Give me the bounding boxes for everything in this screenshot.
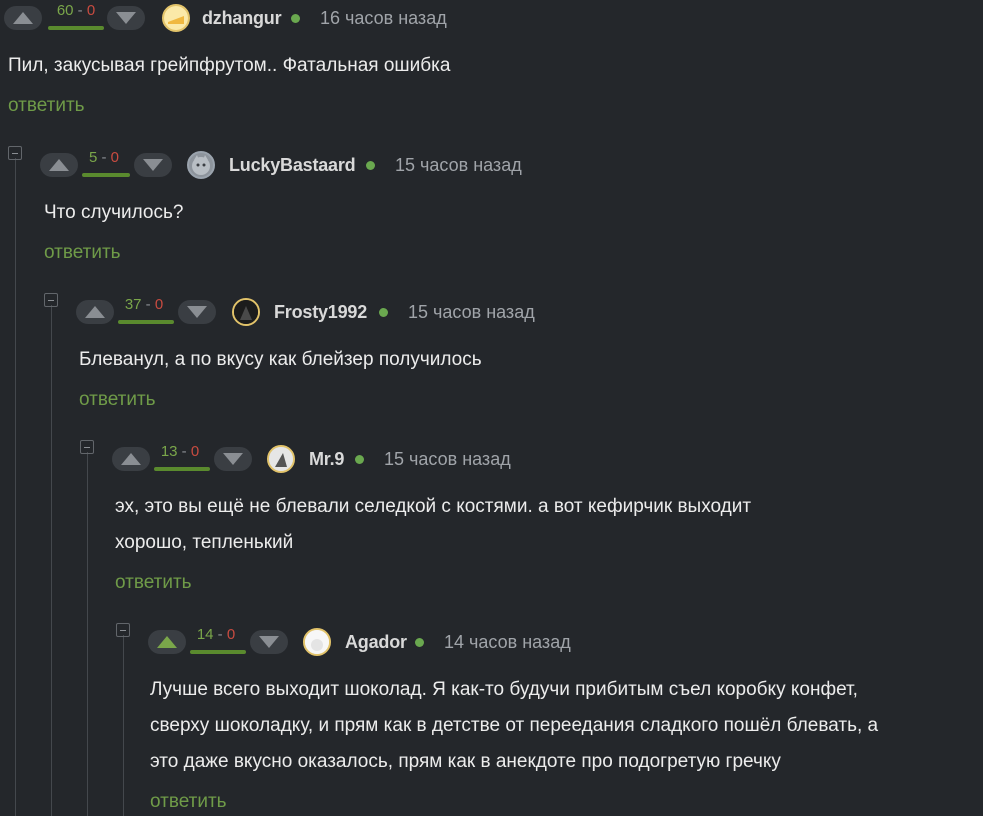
comment: 37 - 0 Frosty1992 15 часов назад (76, 294, 676, 330)
comment-text: Пил, закусывая грейпфрутом.. Фатальная о… (8, 55, 451, 76)
online-indicator (379, 308, 388, 317)
upvote-button[interactable] (148, 630, 186, 654)
timestamp[interactable]: 16 часов назад (320, 8, 447, 29)
timestamp[interactable]: 15 часов назад (395, 155, 522, 176)
downvote-button[interactable] (134, 153, 172, 177)
arrow-down-icon (187, 306, 207, 318)
comment-text: Что случилось? (44, 202, 184, 223)
arrow-up-icon (121, 453, 141, 465)
reply-link[interactable]: ответить (150, 791, 227, 813)
upvote-button[interactable] (4, 6, 42, 30)
username[interactable]: LuckyBastaard (229, 155, 356, 176)
reply-link[interactable]: ответить (115, 572, 192, 594)
rating: 13 - 0 (160, 443, 200, 460)
timestamp[interactable]: 15 часов назад (384, 449, 511, 470)
arrow-down-icon (223, 453, 243, 465)
collapse-button[interactable] (8, 146, 22, 160)
arrow-down-icon (259, 636, 279, 648)
username[interactable]: Agador (345, 632, 407, 653)
rating-bar (154, 467, 210, 471)
upvote-button[interactable] (40, 153, 78, 177)
arrow-up-icon (13, 12, 33, 24)
reply-link[interactable]: ответить (8, 95, 85, 117)
arrow-down-icon (143, 159, 163, 171)
avatar-cheese-icon[interactable] (162, 4, 190, 32)
rating-bar (48, 26, 104, 30)
downvote-button[interactable] (107, 6, 145, 30)
collapse-button[interactable] (80, 440, 94, 454)
arrow-up-icon (157, 636, 177, 648)
avatar-dark-icon[interactable] (232, 298, 260, 326)
avatar-cat-icon[interactable] (187, 151, 215, 179)
comment-text: сверху шоколадку, и прям как в детстве о… (150, 715, 879, 736)
comment: 13 - 0 Mr.9 15 часов назад (112, 441, 712, 477)
downvote-button[interactable] (250, 630, 288, 654)
online-indicator (291, 14, 300, 23)
collapse-button[interactable] (116, 623, 130, 637)
collapse-button[interactable] (44, 293, 58, 307)
reply-link[interactable]: ответить (44, 242, 121, 264)
timestamp[interactable]: 15 часов назад (408, 302, 535, 323)
thread-line (51, 305, 52, 816)
online-indicator (355, 455, 364, 464)
comment: 14 - 0 Agador 14 часов назад (148, 624, 748, 660)
comment-text: эх, это вы ещё не блевали селедкой с кос… (115, 496, 752, 517)
username[interactable]: dzhangur (202, 8, 282, 29)
rating: 37 - 0 (124, 296, 164, 313)
username[interactable]: Mr.9 (309, 449, 344, 470)
rating-bar (118, 320, 174, 324)
thread-line (87, 452, 88, 816)
online-indicator (415, 638, 424, 647)
reply-link[interactable]: ответить (79, 389, 156, 411)
arrow-up-icon (49, 159, 69, 171)
downvote-button[interactable] (214, 447, 252, 471)
thread-line (123, 635, 124, 816)
rating: 5 - 0 (88, 149, 120, 166)
rating-bar (190, 650, 246, 654)
comment-text: это даже вкусно оказалось, прям как в ан… (150, 751, 781, 772)
comment-text: хорошо, тепленький (115, 532, 294, 553)
timestamp[interactable]: 14 часов назад (444, 632, 571, 653)
comment-text: Лучше всего выходит шоколад. Я как-то бу… (150, 679, 858, 700)
arrow-down-icon (116, 12, 136, 24)
avatar-figure-icon[interactable] (267, 445, 295, 473)
thread-line (15, 158, 16, 816)
rating: 14 - 0 (196, 626, 236, 643)
rating: 60 - 0 (56, 2, 96, 19)
comment: 5 - 0 LuckyBastaard 15 часов назад (40, 147, 640, 183)
online-indicator (366, 161, 375, 170)
comment: 60 - 0 dzhangur 16 часов назад (4, 0, 604, 36)
comment-text: Блеванул, а по вкусу как блейзер получил… (79, 349, 482, 370)
arrow-up-icon (85, 306, 105, 318)
username[interactable]: Frosty1992 (274, 302, 367, 323)
upvote-button[interactable] (112, 447, 150, 471)
downvote-button[interactable] (178, 300, 216, 324)
rating-bar (82, 173, 130, 177)
avatar-white-icon[interactable] (303, 628, 331, 656)
upvote-button[interactable] (76, 300, 114, 324)
